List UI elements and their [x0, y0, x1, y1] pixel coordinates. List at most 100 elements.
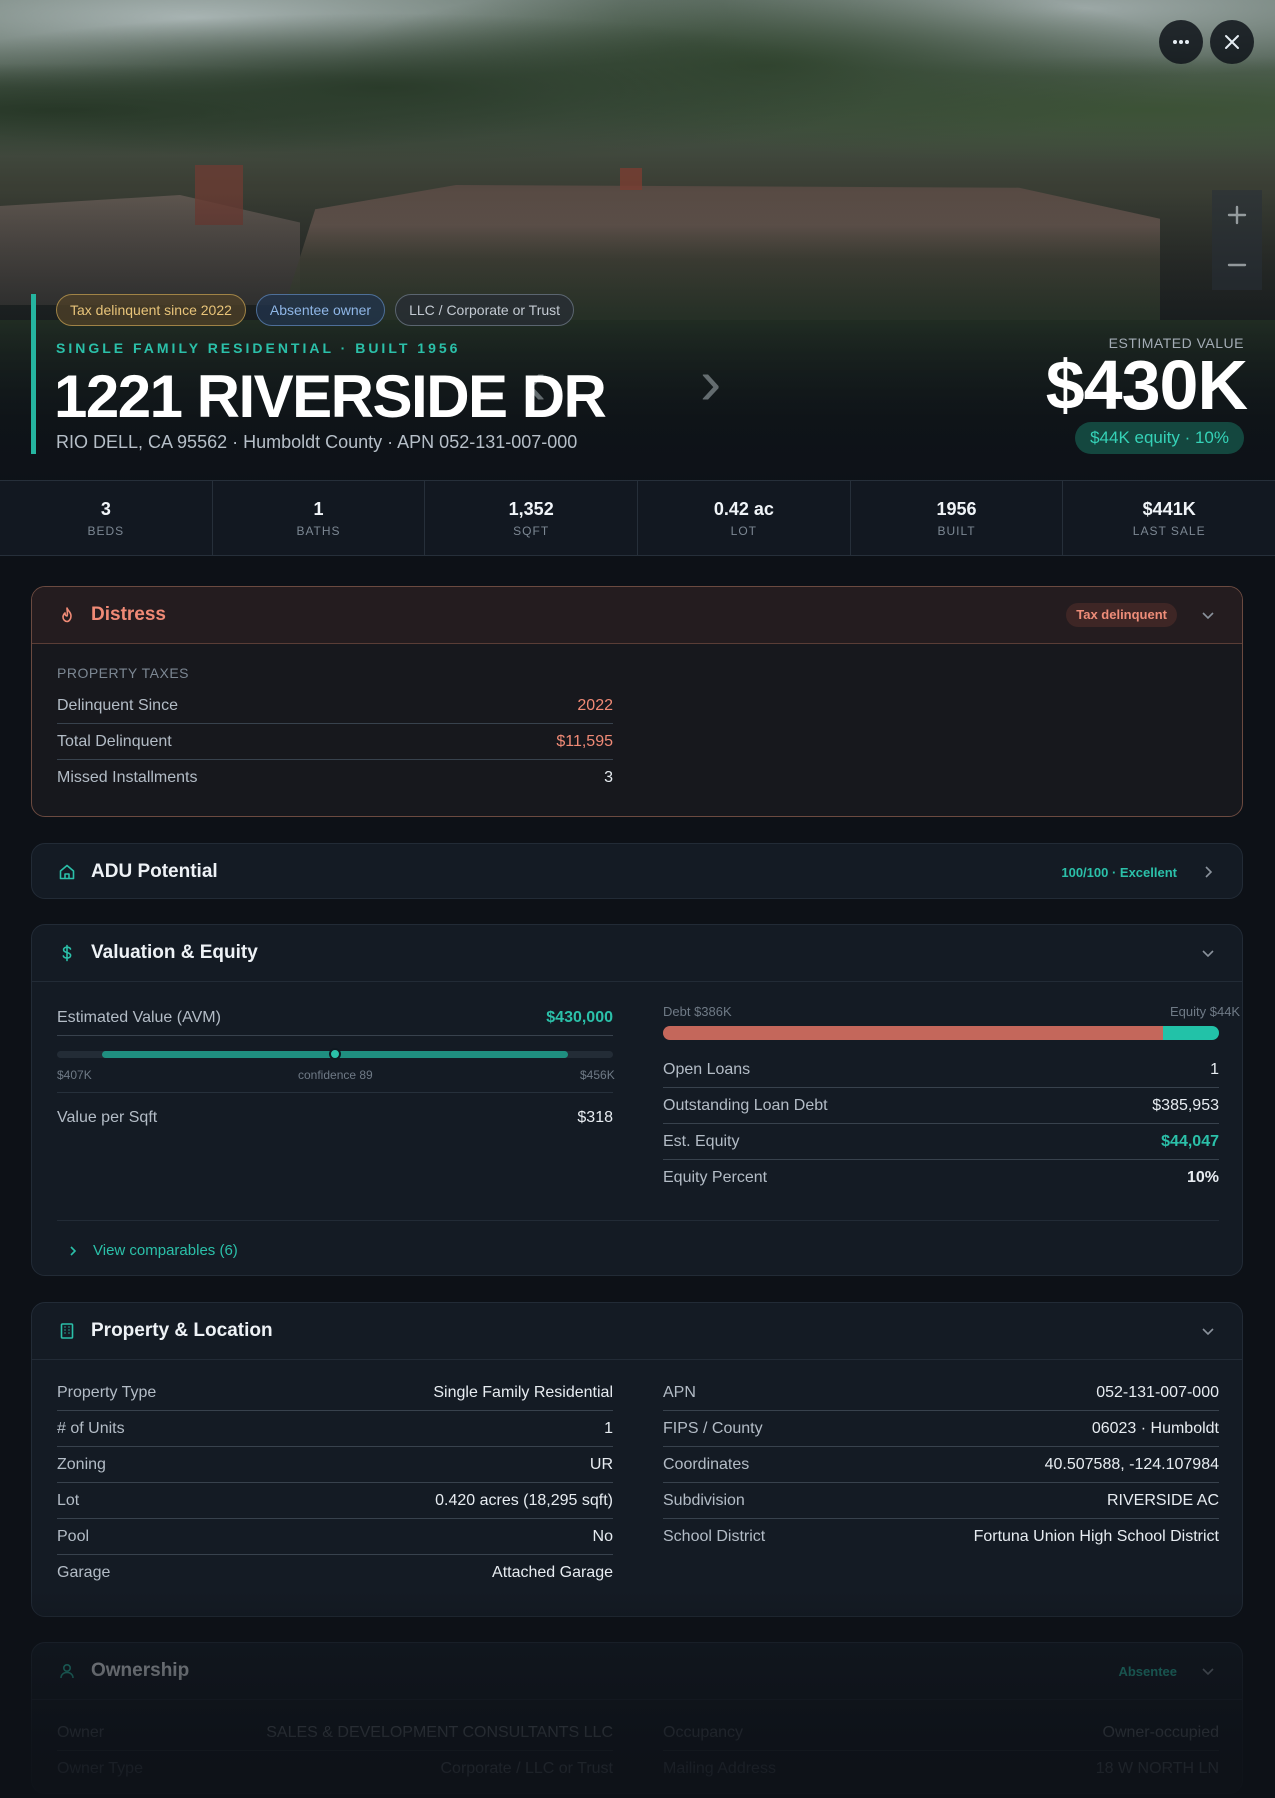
valuation-header-right	[1199, 944, 1217, 962]
kv-key: Total Delinquent	[57, 732, 172, 750]
ownership-left-table: Owner SALES & DEVELOPMENT CONSULTANTS LLC…	[57, 1715, 613, 1787]
ownership-header[interactable]: Ownership Absentee	[32, 1643, 1242, 1699]
close-icon	[1225, 35, 1239, 49]
badge-tax-delinquent: Tax delinquent since 2022	[56, 294, 246, 326]
loan-table: Open Loans 1 Outstanding Loan Debt $385,95…	[663, 1052, 1219, 1196]
kv-row: Owner Type Corporate / LLC or Trust	[57, 1751, 613, 1787]
stat-built: 1956 BUILT	[851, 481, 1064, 555]
chevron-right-icon	[70, 1245, 77, 1256]
distress-card: Distress Tax delinquent PROPERTY TAXES D…	[31, 586, 1243, 817]
stat-value: 1956	[936, 498, 977, 519]
kv-key: Coordinates	[663, 1455, 750, 1473]
kv-row: Mailing Address 18 W NORTH LN	[663, 1751, 1219, 1787]
kv-row: Subdivision RIVERSIDE AC	[663, 1483, 1219, 1519]
kv-row: Outstanding Loan Debt $385,953	[663, 1088, 1219, 1124]
photo-next-chevron-icon[interactable]: ›	[700, 350, 721, 414]
valuation-body: Estimated Value (AVM) $430,000 $407K con…	[32, 981, 1242, 1275]
more-button[interactable]	[1159, 20, 1203, 64]
kv-key: Lot	[57, 1491, 80, 1509]
hero-badges: Tax delinquent since 2022 Absentee owner…	[56, 294, 575, 326]
building-icon	[57, 1321, 77, 1341]
view-comparables-link[interactable]: View comparables (6)	[67, 1242, 238, 1259]
ownership-tag: Absentee	[1118, 1663, 1177, 1679]
stat-value: 1,352	[508, 498, 554, 519]
kv-row: Property Type Single Family Residential	[57, 1375, 613, 1411]
property-eyebrow: SINGLE FAMILY RESIDENTIAL · BUILT 1956	[56, 340, 461, 356]
kv-value: $385,953	[1152, 1096, 1219, 1114]
kv-key: Owner	[57, 1723, 105, 1741]
kv-row: Missed Installments 3	[57, 760, 613, 796]
kv-row: Coordinates 40.507588, -124.107984	[663, 1447, 1219, 1483]
kv-key: Occupancy	[663, 1723, 744, 1741]
zoom-out-button[interactable]	[1212, 240, 1262, 290]
stat-label: BUILT	[937, 523, 976, 538]
stat-beds: 3 BEDS	[0, 481, 213, 555]
ownership-right-table: Occupancy Owner-occupied Mailing Address 1…	[663, 1715, 1219, 1787]
close-button[interactable]	[1210, 20, 1254, 64]
kv-row: Delinquent Since 2022	[57, 688, 613, 724]
kv-value: 3	[604, 769, 613, 786]
adu-card[interactable]: ADU Potential 100/100 · Excellent	[31, 843, 1243, 899]
distress-title: Distress	[91, 604, 166, 625]
stat-baths: 1 BATHS	[213, 481, 426, 555]
kv-value: Owner-occupied	[1102, 1723, 1220, 1741]
property-header[interactable]: Property & Location	[32, 1303, 1242, 1359]
kv-value: 10%	[1186, 1169, 1219, 1186]
kv-value: RIVERSIDE AC	[1106, 1491, 1219, 1509]
property-left-table: Property Type Single Family Residential #…	[57, 1375, 613, 1591]
stat-label: BATHS	[296, 523, 341, 538]
property-address: 1221 RIVERSIDE DR	[54, 363, 607, 430]
stat-sqft: 1,352 SQFT	[425, 481, 639, 555]
valuation-header[interactable]: Valuation & Equity	[32, 925, 1242, 981]
chevron-down-icon[interactable]	[1199, 606, 1217, 624]
property-right-table: APN 052-131-007-000 FIPS / County 06023 · …	[663, 1375, 1219, 1555]
dollar-icon	[57, 943, 77, 963]
kv-key: Outstanding Loan Debt	[663, 1096, 828, 1114]
more-icon	[1173, 40, 1189, 44]
kv-row: APN 052-131-007-000	[663, 1375, 1219, 1411]
estimated-value: $430K	[1045, 346, 1248, 424]
stat-label: LAST SALE	[1132, 523, 1206, 538]
property-card: Property & Location Property Type Single …	[31, 1302, 1243, 1617]
stat-value: 1	[313, 498, 324, 519]
property-subaddress: RIO DELL, CA 95562 · Humboldt County · A…	[56, 432, 578, 452]
stat-last-sale: $441K LAST SALE	[1063, 481, 1275, 555]
badge-llc-corporate: LLC / Corporate or Trust	[395, 294, 575, 326]
kv-row: Zoning UR	[57, 1447, 613, 1483]
property-body: Property Type Single Family Residential #…	[32, 1359, 1242, 1616]
distress-header-right: Tax delinquent	[1066, 603, 1217, 627]
hero-accent-bar	[31, 294, 36, 454]
stats-bar: 3 BEDS 1 BATHS 1,352 SQFT 0.42 ac LOT 1956 BU…	[0, 480, 1275, 556]
kv-value: Corporate / LLC or Trust	[440, 1760, 613, 1777]
property-header-right	[1199, 1322, 1217, 1340]
stat-value: $441K	[1142, 498, 1196, 519]
chevron-down-icon[interactable]	[1199, 944, 1217, 962]
kv-key: Delinquent Since	[57, 696, 178, 714]
plus-icon	[1227, 205, 1247, 225]
chevron-right-icon[interactable]	[1199, 863, 1217, 881]
kv-value: Fortuna Union High School District	[973, 1528, 1219, 1545]
adu-score: 100/100 · Excellent	[1061, 864, 1177, 880]
user-icon	[57, 1661, 77, 1681]
kv-key: Subdivision	[663, 1491, 745, 1509]
stat-label: SQFT	[513, 523, 550, 538]
stat-value: 3	[100, 498, 111, 519]
kv-value: No	[592, 1527, 613, 1545]
zoom-in-button[interactable]	[1212, 190, 1262, 240]
ownership-header-right: Absentee	[1118, 1662, 1217, 1680]
kv-key: Pool	[57, 1527, 90, 1545]
kv-key: School District	[663, 1528, 766, 1545]
chevron-down-icon[interactable]	[1199, 1322, 1217, 1340]
stat-label: LOT	[730, 523, 758, 538]
kv-key: Property Type	[57, 1383, 157, 1401]
adu-header[interactable]: ADU Potential 100/100 · Excellent	[32, 844, 1242, 898]
kv-row: School District Fortuna Union High School…	[663, 1519, 1219, 1555]
debt-label: Debt $386K	[663, 1004, 732, 1019]
kv-key: Value per Sqft	[57, 1109, 158, 1126]
chevron-down-icon[interactable]	[1199, 1662, 1217, 1680]
kv-value: 06023 · Humboldt	[1091, 1419, 1219, 1437]
kv-value: 2022	[577, 696, 613, 714]
kv-value: 1	[1210, 1060, 1219, 1078]
debt-equity-bar	[663, 1026, 1219, 1040]
distress-header[interactable]: Distress Tax delinquent	[32, 587, 1242, 643]
